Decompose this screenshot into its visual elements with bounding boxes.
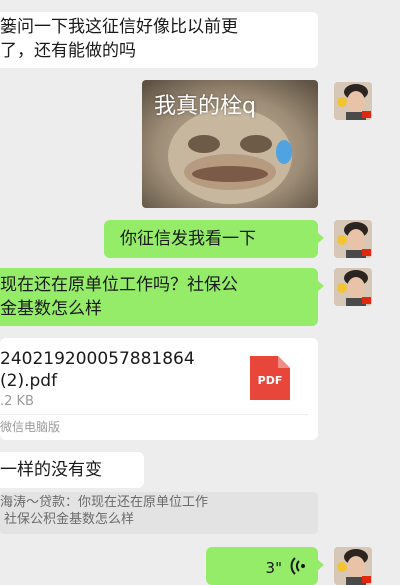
avatar[interactable] (334, 547, 372, 585)
quoted-message[interactable]: 海涛～贷款：你现在还在原单位工作 社保公积金基数怎么样 (0, 492, 318, 534)
avatar[interactable] (334, 268, 372, 306)
file-message-card[interactable]: 240219200057881864 (2).pdf .2 KB PDF 微信电… (0, 338, 318, 440)
divider (0, 414, 308, 415)
sticker-caption: 我真的栓q (154, 94, 256, 119)
voice-wave-icon (290, 557, 305, 575)
message-text: 金基数怎么样 (0, 299, 102, 319)
avatar[interactable] (334, 82, 372, 120)
avatar-icon (334, 220, 372, 258)
quote-text: 海涛～贷款：你现在还在原单位工作 (0, 495, 209, 510)
message-text: 了，还有能做的吗 (0, 41, 136, 61)
file-name: 240219200057881864 (2).pdf (0, 349, 195, 391)
message-bubble-outgoing[interactable]: 你征信发我看一下 (104, 220, 324, 258)
file-source: 微信电脑版 (0, 420, 61, 434)
pdf-file-icon: PDF (250, 356, 290, 400)
message-bubble-incoming[interactable]: 篓问一下我这征信好像比以前更 了，还有能做的吗 (0, 12, 318, 68)
avatar-icon (334, 268, 372, 306)
voice-duration: 3" (265, 559, 282, 577)
voice-message-bubble[interactable]: 3" (206, 547, 324, 585)
avatar[interactable] (334, 220, 372, 258)
avatar-icon (334, 82, 372, 120)
message-text: 一样的没有变 (0, 460, 102, 480)
file-size: .2 KB (0, 394, 34, 409)
message-text: 篓问一下我这征信好像比以前更 (0, 17, 238, 37)
message-bubble-incoming[interactable]: 一样的没有变 (0, 452, 144, 488)
message-text: 你征信发我看一下 (120, 229, 256, 249)
avatar-icon (334, 547, 372, 585)
sticker-image[interactable]: 我真的栓q (142, 80, 318, 208)
message-bubble-outgoing[interactable]: 现在还在原单位工作吗？社保公 金基数怎么样 (0, 268, 324, 326)
file-type-label: PDF (257, 374, 283, 387)
quote-text: 社保公积金基数怎么样 (4, 512, 135, 527)
message-text: 现在还在原单位工作吗？社保公 (0, 275, 238, 295)
